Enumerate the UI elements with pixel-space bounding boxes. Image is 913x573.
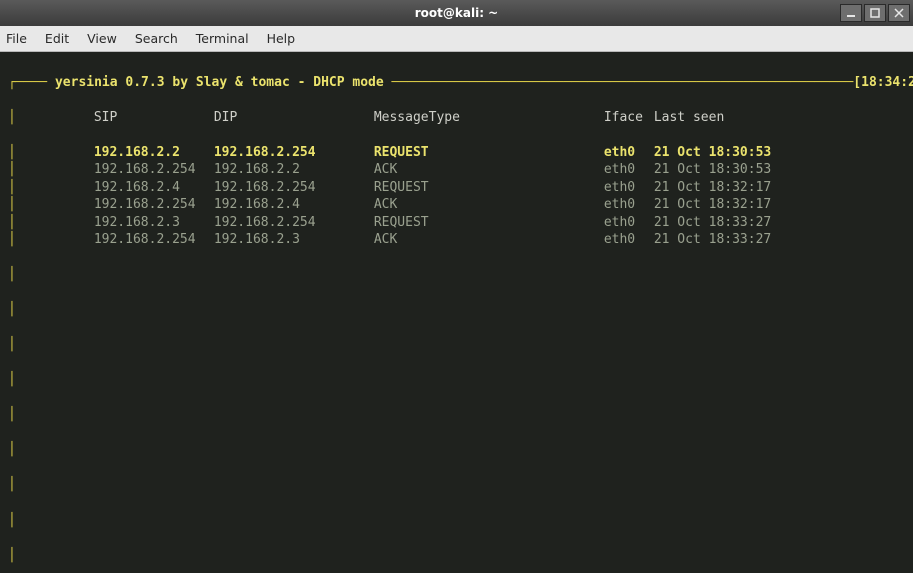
minimize-button[interactable] [840, 4, 862, 22]
table-row-last: 21 Oct 18:32:17 [654, 196, 814, 214]
table-row-last: 21 Oct 18:33:27 [654, 214, 814, 232]
col-sip: SIP [94, 109, 214, 127]
table-row-dip: 192.168.2.3 [214, 231, 374, 249]
menu-view[interactable]: View [87, 31, 117, 46]
menu-help[interactable]: Help [267, 31, 296, 46]
col-last: Last seen [654, 109, 814, 127]
table-row-last: 21 Oct 18:30:53 [654, 161, 814, 179]
window-titlebar: root@kali: ~ [0, 0, 913, 26]
clock: [18:34:24] [853, 75, 913, 90]
table-row-dip: 192.168.2.2 [214, 161, 374, 179]
table-row-last: 21 Oct 18:32:17 [654, 179, 814, 197]
table-row-iface: eth0 [604, 196, 654, 214]
table-row-mtype: REQUEST [374, 214, 604, 232]
table-row-dip: 192.168.2.254 [214, 144, 374, 162]
table-row-sip: 192.168.2.2 [94, 144, 214, 162]
table-row-last: 21 Oct 18:30:53 [654, 144, 814, 162]
table-row-dip: 192.168.2.254 [214, 214, 374, 232]
table-row-sip: 192.168.2.4 [94, 179, 214, 197]
table-row-sip: 192.168.2.254 [94, 231, 214, 249]
menu-file[interactable]: File [6, 31, 27, 46]
table-row-iface: eth0 [604, 179, 654, 197]
close-button[interactable] [888, 4, 910, 22]
table-row-mtype: REQUEST [374, 144, 604, 162]
window-controls [840, 4, 913, 22]
table-row-iface: eth0 [604, 161, 654, 179]
table-row-dip: 192.168.2.254 [214, 179, 374, 197]
col-dip: DIP [214, 109, 374, 127]
table-row-mtype: REQUEST [374, 179, 604, 197]
table-row-sip: 192.168.2.254 [94, 196, 214, 214]
table-row-iface: eth0 [604, 231, 654, 249]
table-row-sip: 192.168.2.3 [94, 214, 214, 232]
col-iface: Iface [604, 109, 654, 127]
menu-edit[interactable]: Edit [45, 31, 69, 46]
table-row-last: 21 Oct 18:33:27 [654, 231, 814, 249]
table-row-mtype: ACK [374, 231, 604, 249]
banner: yersinia 0.7.3 by Slay & tomac - DHCP mo… [47, 75, 391, 90]
menu-search[interactable]: Search [135, 31, 178, 46]
table-row-iface: eth0 [604, 144, 654, 162]
table-row-mtype: ACK [374, 161, 604, 179]
terminal-area[interactable]: ┌──── yersinia 0.7.3 by Slay & tomac - D… [0, 52, 913, 573]
table-row-dip: 192.168.2.4 [214, 196, 374, 214]
maximize-button[interactable] [864, 4, 886, 22]
menu-terminal[interactable]: Terminal [196, 31, 249, 46]
table-row-iface: eth0 [604, 214, 654, 232]
table-row-mtype: ACK [374, 196, 604, 214]
window-title: root@kali: ~ [415, 6, 498, 20]
table-row-sip: 192.168.2.254 [94, 161, 214, 179]
menubar: File Edit View Search Terminal Help [0, 26, 913, 52]
col-mtype: MessageType [374, 109, 604, 127]
